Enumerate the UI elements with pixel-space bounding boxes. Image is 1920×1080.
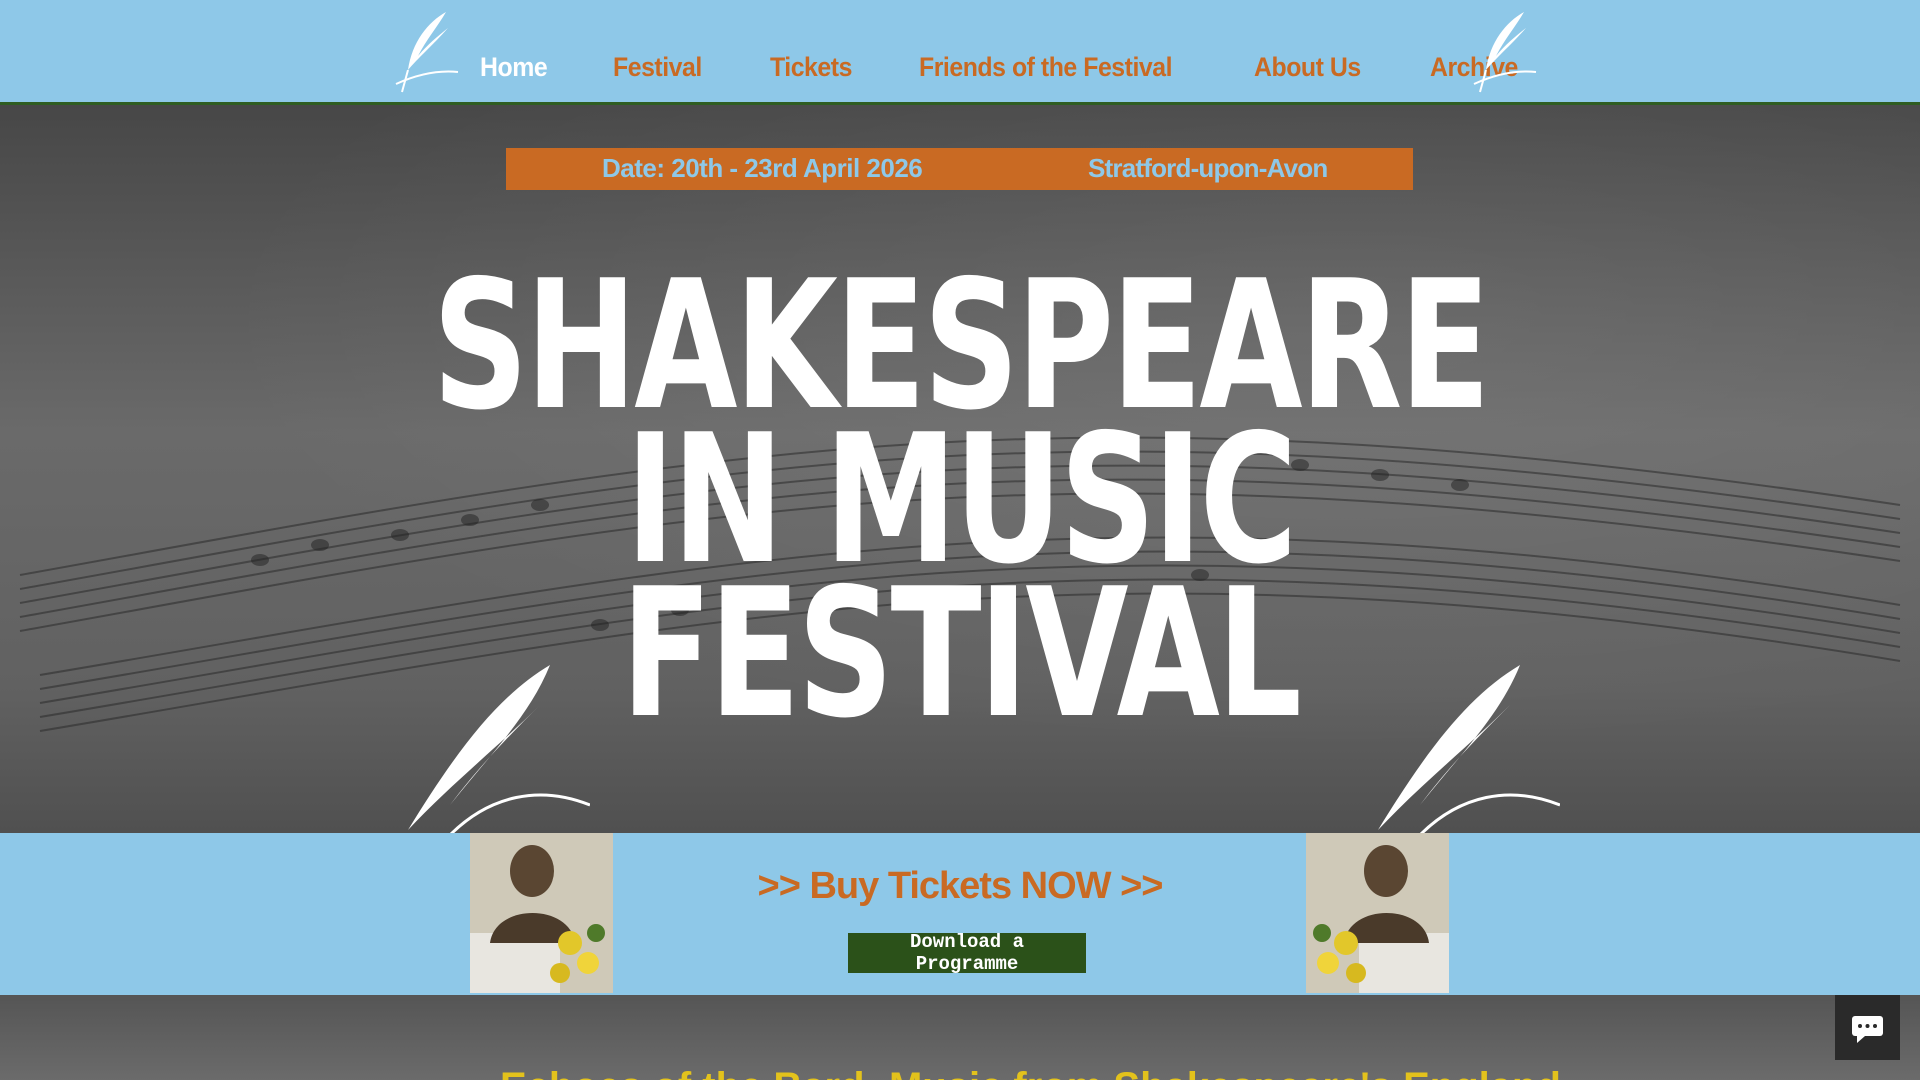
nav-about-us[interactable]: About Us	[1254, 52, 1361, 96]
quill-icon-right	[1378, 665, 1560, 833]
chat-button[interactable]	[1835, 995, 1900, 1060]
hero-section: Date: 20th - 23rd April 2026 Stratford-u…	[0, 105, 1920, 833]
nav-home[interactable]: Home	[480, 52, 548, 96]
nav-tickets[interactable]: Tickets	[770, 52, 852, 96]
quill-logo-icon-left	[395, 12, 459, 93]
chat-icon	[1852, 1016, 1883, 1043]
festival-location: Stratford-upon-Avon	[1088, 153, 1328, 183]
tickets-band: >> Buy Tickets NOW >> Download a Program…	[0, 833, 1920, 995]
nav-friends-of-the-festival[interactable]: Friends of the Festival	[919, 52, 1173, 96]
lower-section-heading: Echoes of the Bard: Music from Shakespea…	[500, 1065, 1561, 1080]
festival-info-bar: Date: 20th - 23rd April 2026 Stratford-u…	[506, 148, 1413, 190]
shakespeare-bust-image-right	[1306, 833, 1449, 993]
festival-date: Date: 20th - 23rd April 2026	[602, 153, 923, 183]
lower-section: Echoes of the Bard: Music from Shakespea…	[0, 995, 1920, 1080]
shakespeare-bust-image-left	[470, 833, 613, 993]
quill-logo-icon-right	[1473, 12, 1537, 93]
buy-tickets-link[interactable]: >> Buy Tickets NOW >>	[0, 865, 1920, 908]
nav-festival[interactable]: Festival	[613, 52, 702, 96]
quill-icon-left	[408, 665, 590, 833]
site-header: Home Festival Tickets Friends of the Fes…	[0, 0, 1920, 105]
download-programme-button[interactable]: Download a Programme	[848, 931, 1086, 975]
main-nav: Home Festival Tickets Friends of the Fes…	[480, 52, 1585, 96]
